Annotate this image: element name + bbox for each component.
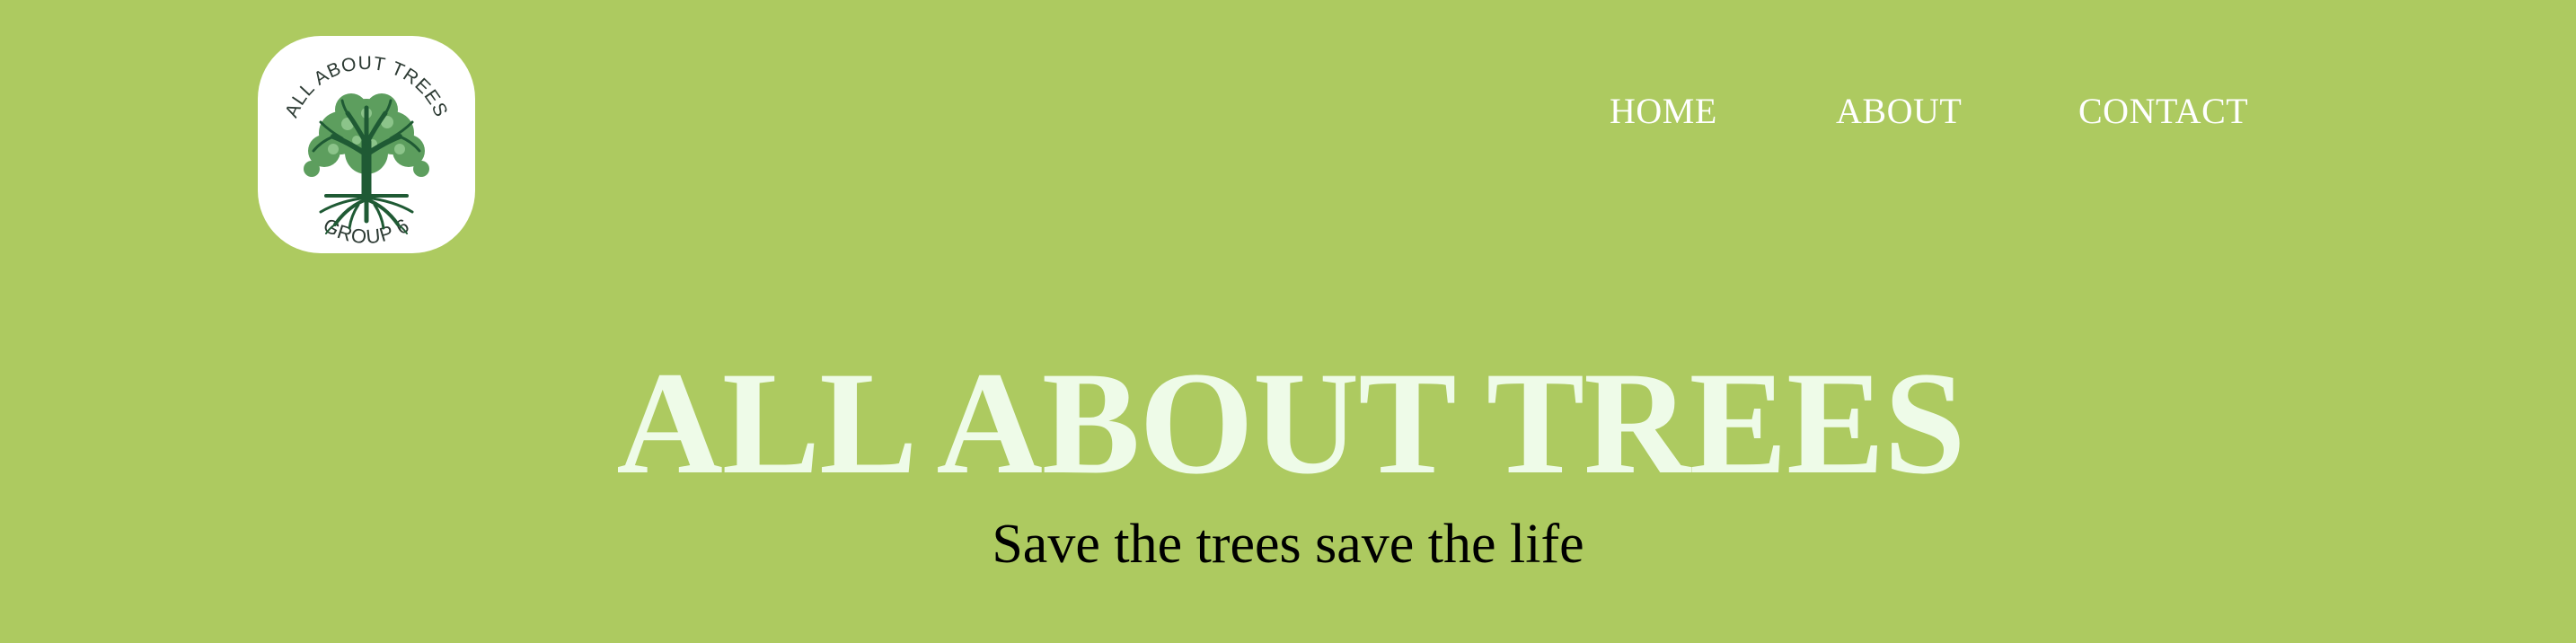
main-nav: HOME ABOUT CONTACT: [0, 84, 2576, 138]
nav-link-home[interactable]: HOME: [1610, 84, 1717, 138]
nav-link-about[interactable]: ABOUT: [1836, 84, 1962, 138]
hero-section: ALL ABOUT TREES Save the trees save the …: [0, 350, 2576, 643]
hero-tagline: Save the trees save the life: [992, 514, 1584, 575]
site-header: ALL ABOUT TREES GROUP 6 HOME ABOUT CONTA…: [0, 0, 2576, 269]
hero-title: ALL ABOUT TREES: [616, 342, 1965, 505]
tree-logo-icon: ALL ABOUT TREES GROUP 6: [281, 53, 451, 248]
site-logo[interactable]: ALL ABOUT TREES GROUP 6: [258, 36, 475, 253]
nav-link-contact[interactable]: CONTACT: [2078, 84, 2248, 138]
